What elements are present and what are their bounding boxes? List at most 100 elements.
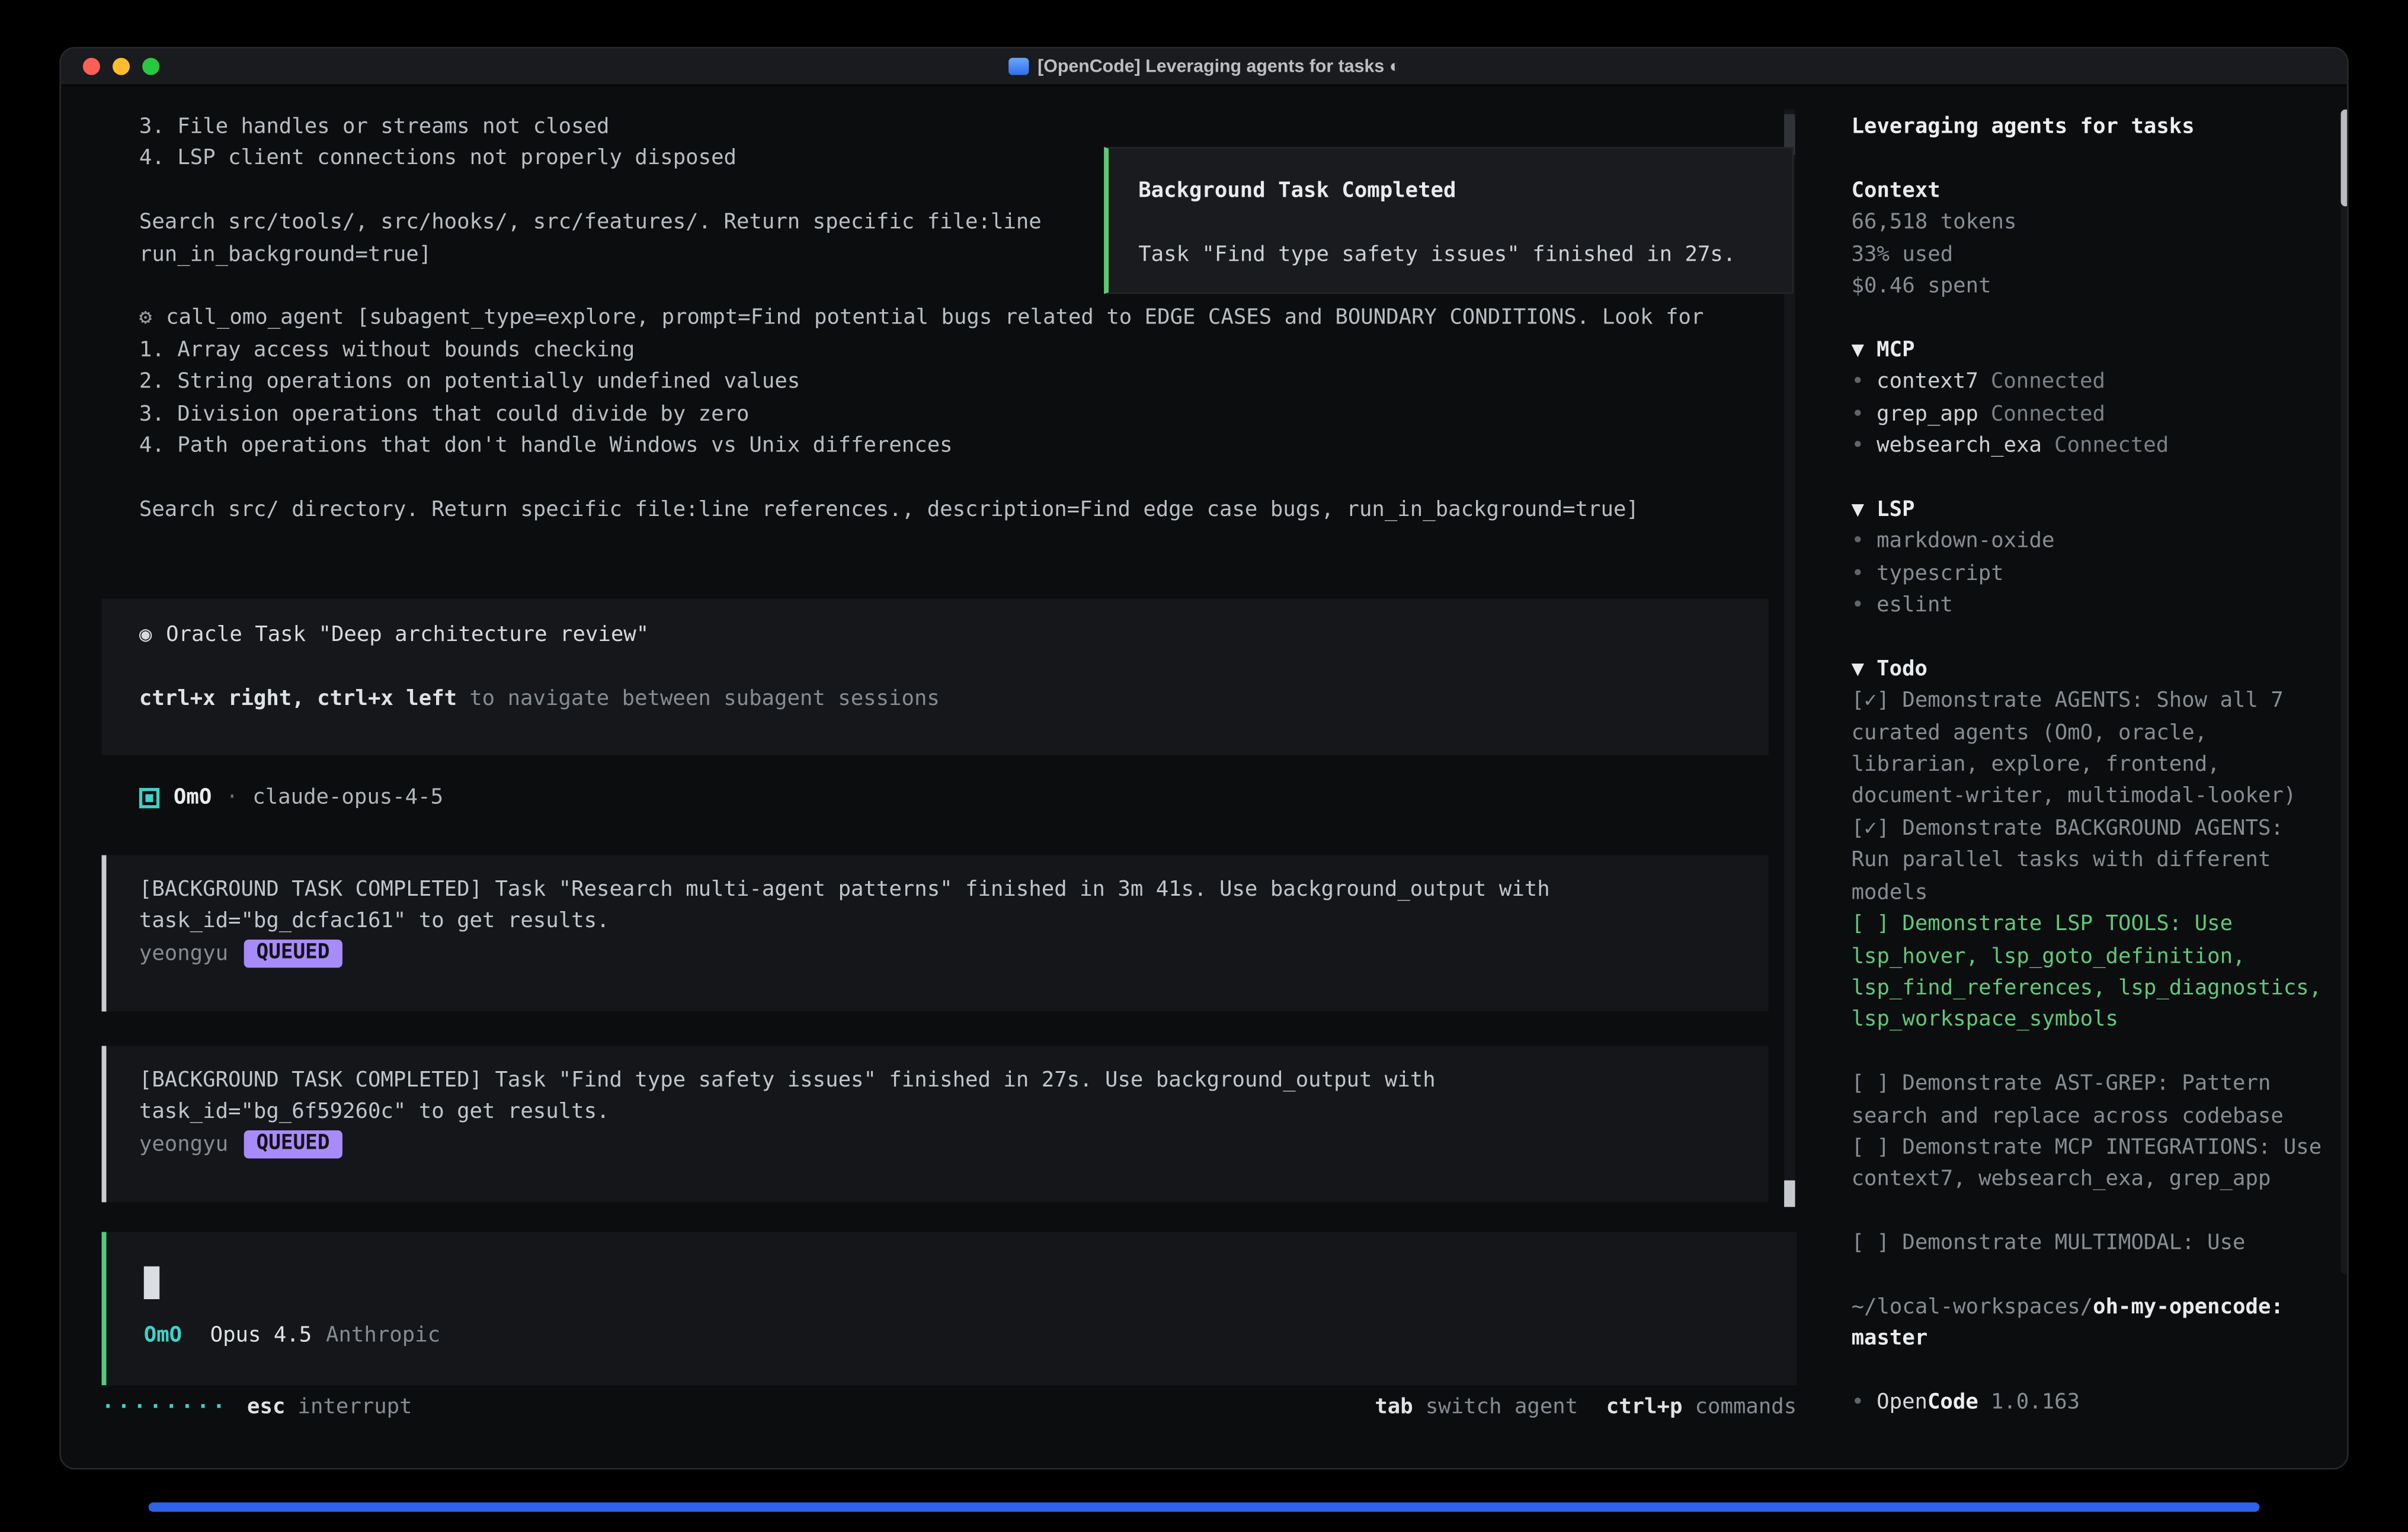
mcp-item-status: Connected (1991, 398, 2105, 430)
todo-item-pending: [ ] Demonstrate AST-GREP: Pattern search… (1852, 1068, 2330, 1132)
mcp-item-name: context7 (1877, 366, 1978, 398)
brand-name-code: Code (1927, 1390, 1978, 1415)
terminal-line: Search src/ directory. Return specific f… (139, 493, 1828, 525)
brand-name-open: Open (1877, 1390, 1927, 1415)
workspace-repo-name: oh-my-opencode: (2093, 1294, 2284, 1319)
author-name: yeongyu (139, 1129, 228, 1161)
app-version-footer: • OpenCode 1.0.163 (1852, 1387, 2330, 1419)
message-line: task_id="bg_dcfac161" to get results. (139, 906, 1769, 938)
context-header-label: Context (1852, 175, 1941, 207)
context-tokens: 66,518 tokens (1852, 207, 2330, 239)
chevron-down-icon: ▼ (1852, 334, 1864, 366)
agent-model: claude-opus-4-5 (252, 785, 443, 810)
mcp-section-header[interactable]: ▼ MCP (1852, 334, 2330, 366)
app-window: [OpenCode] Leveraging agents for tasks ◐… (59, 47, 2348, 1469)
bullet-icon: • (1852, 589, 1864, 621)
chevron-down-icon: ▼ (1852, 653, 1864, 685)
lsp-item-name: eslint (1877, 589, 1953, 621)
toast-body: Task "Find type safety issues" finished … (1138, 239, 1792, 271)
todo-header-label: Todo (1877, 653, 1927, 685)
agent-square-icon-core (145, 793, 153, 801)
titlebar: [OpenCode] Leveraging agents for tasks ◐ (61, 49, 2347, 86)
scrollbar-thumb[interactable] (1784, 1180, 1795, 1207)
gear-icon: ⚙ (139, 306, 152, 331)
blank-line (1852, 1259, 2330, 1291)
terminal-line: 4. Path operations that don't handle Win… (139, 430, 1828, 462)
todo-section-header[interactable]: ▼ Todo (1852, 653, 2330, 685)
lsp-item-name: markdown-oxide (1877, 525, 2054, 557)
navigation-hint: ctrl+x right, ctrl+x left to navigate bet… (139, 683, 1769, 715)
status-right: tab switch agent ctrl+p commands (1375, 1395, 1797, 1419)
mcp-item: • websearch_exa Connected (1852, 430, 2330, 462)
model-selector-row: OmO Opus 4.5 Anthropic (144, 1323, 440, 1348)
esc-key-hint: esc (247, 1395, 285, 1419)
esc-key-label: interrupt (298, 1395, 412, 1419)
agent-header: OmO · claude-opus-4-5 (139, 782, 443, 813)
oracle-task-title: Oracle Task "Deep architecture review" (166, 622, 649, 647)
blank-line (1852, 1196, 2330, 1227)
blank-line (1852, 621, 2330, 653)
bullet-icon: • (1852, 557, 1864, 589)
ctrlp-key-hint: ctrl+p (1606, 1395, 1683, 1419)
lsp-item: • eslint (1852, 589, 2330, 621)
mcp-item-status: Connected (2054, 430, 2169, 462)
queued-badge: QUEUED (244, 1130, 342, 1159)
record-icon: ◉ (139, 622, 152, 647)
dock-indicator (149, 1502, 2260, 1512)
prompt-input[interactable]: OmO Opus 4.5 Anthropic (102, 1232, 1797, 1386)
assistant-message: [BACKGROUND TASK COMPLETED] Task "Resear… (102, 855, 1769, 1012)
terminal-line: 3. File handles or streams not closed (139, 111, 1828, 143)
message-footer: yeongyu QUEUED (139, 1129, 1769, 1161)
lsp-item: • markdown-oxide (1852, 525, 2330, 557)
lsp-section-header[interactable]: ▼LSP (1852, 493, 2330, 525)
sidebar-scrollbar[interactable] (2341, 110, 2349, 1274)
blank-line (1852, 143, 2330, 175)
mcp-item-status: Connected (1991, 366, 2105, 398)
mcp-item: • context7 Connected (1852, 366, 2330, 398)
version-number: 1.0.163 (1991, 1387, 2080, 1419)
message-line: task_id="bg_6f59260c" to get results. (139, 1097, 1769, 1129)
context-used: 33% used (1852, 239, 2330, 271)
toast-title: Background Task Completed (1138, 175, 1792, 207)
chevron-down-icon: ▼ (1852, 493, 1864, 525)
workspace-path-prefix: ~/local-workspaces/ (1852, 1294, 2093, 1319)
lsp-item: •typescript (1852, 557, 2330, 589)
oracle-task-panel: ◉Oracle Task "Deep architecture review" … (102, 599, 1769, 755)
terminal-line: 3. Division operations that could divide… (139, 398, 1828, 430)
queued-badge: QUEUED (244, 940, 342, 968)
mcp-item-name: websearch_exa (1877, 430, 2042, 462)
terminal-line: 1. Array access without bounds checking (139, 334, 1828, 366)
message-footer: yeongyu QUEUED (139, 938, 1769, 970)
shortcut-keys: ctrl+x right, ctrl+x left (139, 686, 457, 711)
todo-item-pending: [ ] Demonstrate MCP INTEGRATIONS: Use co… (1852, 1132, 2330, 1196)
brand-name: OpenCode (1877, 1387, 1978, 1419)
bullet-icon: • (1852, 1387, 1864, 1419)
todo-item-active: [ ] Demonstrate LSP TOOLS: Use lsp_hover… (1852, 909, 2330, 1036)
window-title-text: [OpenCode] Leveraging agents for tasks ◐ (1038, 57, 1400, 76)
shortcut-description: to navigate between subagent sessions (469, 686, 940, 711)
provider-label: Anthropic (326, 1323, 440, 1348)
blank-line (1852, 462, 2330, 494)
author-name: yeongyu (139, 938, 228, 970)
blank-line (1852, 1036, 2330, 1068)
screen: [OpenCode] Leveraging agents for tasks ◐… (0, 0, 2408, 1532)
message-line: [BACKGROUND TASK COMPLETED] Task "Resear… (139, 874, 1769, 906)
tool-call-line: ⚙ call_omo_agent [subagent_type=explore, … (139, 302, 1828, 334)
scrollbar-thumb[interactable] (2341, 110, 2349, 207)
bullet-icon: • (1852, 366, 1864, 398)
terminal-line: 2. String operations on potentially unde… (139, 366, 1828, 398)
mcp-header-label: MCP (1877, 334, 1914, 366)
session-title: Leveraging agents for tasks (1852, 111, 2330, 143)
context-spent: $0.46 spent (1852, 271, 2330, 303)
blank-line (139, 651, 1769, 683)
bullet-icon: • (1852, 525, 1864, 557)
mcp-item-name: grep_app (1877, 398, 1978, 430)
context-header: Context (1852, 175, 2330, 207)
tool-call-text: call_omo_agent [subagent_type=explore, p… (166, 306, 1703, 331)
blank-line (1138, 207, 1792, 239)
message-line: [BACKGROUND TASK COMPLETED] Task "Find t… (139, 1065, 1769, 1097)
active-agent-label: OmO (144, 1323, 182, 1348)
ctrlp-key-label: commands (1695, 1395, 1797, 1419)
blank-line (1852, 1355, 2330, 1387)
bullet-icon: • (1852, 430, 1864, 462)
